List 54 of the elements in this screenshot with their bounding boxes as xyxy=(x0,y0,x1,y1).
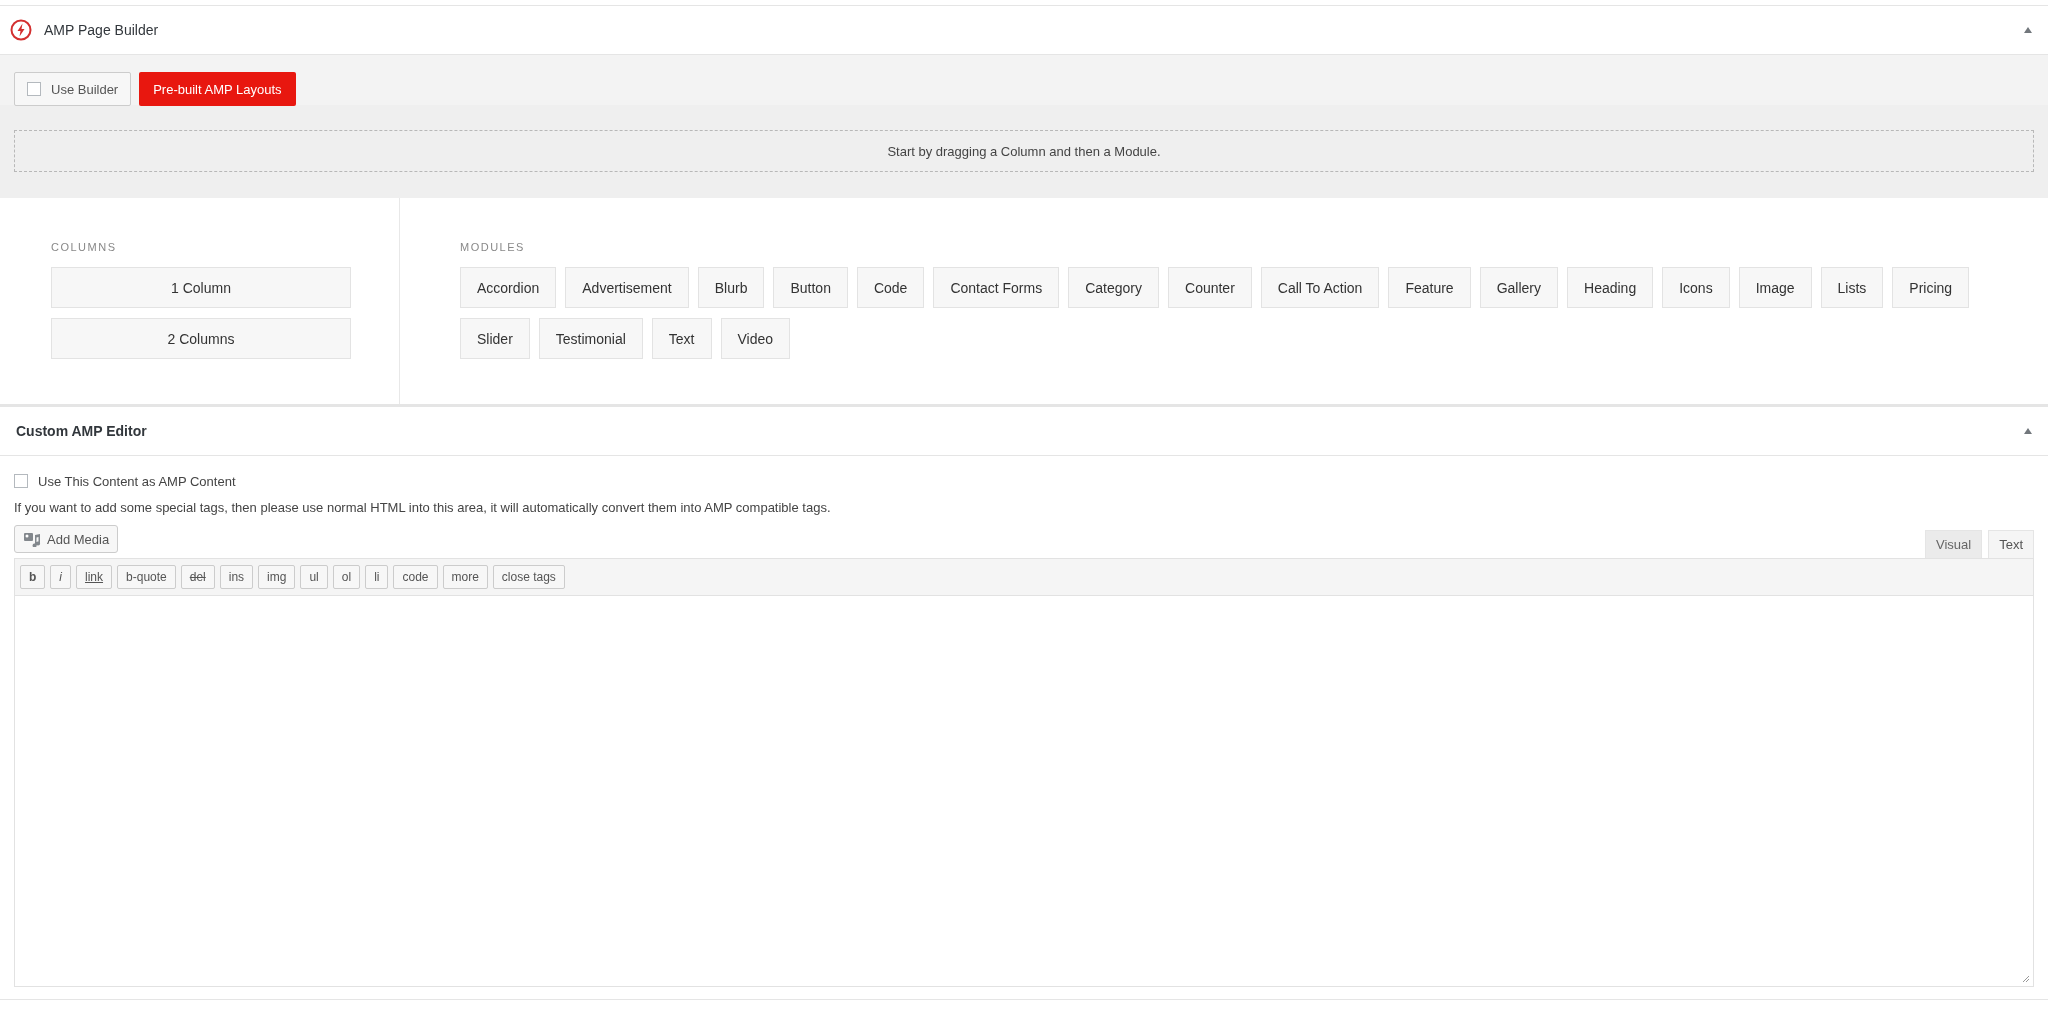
add-media-button[interactable]: Add Media xyxy=(14,525,119,553)
lightning-bolt-icon xyxy=(10,19,32,41)
quicktag-button[interactable]: more xyxy=(442,565,488,589)
quicktag-button[interactable]: img xyxy=(258,565,296,589)
module-button[interactable]: Gallery xyxy=(1479,267,1558,308)
description-text: If you want to add some special tags, then please use normal HTML into this area, it will automatically convert them into AMP compatible tags. xyxy=(14,500,832,515)
module-button[interactable]: Text xyxy=(651,318,712,359)
quicktag-button[interactable]: ol xyxy=(332,565,361,589)
module-button[interactable]: Icons xyxy=(1662,267,1730,308)
column-button[interactable]: 2 Columns xyxy=(51,318,351,359)
quicktag-button[interactable]: i xyxy=(50,565,71,589)
module-button[interactable]: Accordion xyxy=(460,267,557,308)
quicktag-button[interactable]: b-quote xyxy=(117,565,176,589)
module-button[interactable]: Blurb xyxy=(697,267,765,308)
quicktag-button[interactable]: close tags xyxy=(492,565,565,589)
editor-tab[interactable]: Text xyxy=(1988,530,2034,558)
media-icon xyxy=(23,531,41,547)
section-heading: COLUMNS xyxy=(51,241,118,253)
module-button[interactable]: Contact Forms xyxy=(933,267,1060,308)
module-button[interactable]: Image xyxy=(1738,267,1812,308)
quicktag-button[interactable]: li xyxy=(365,565,389,589)
quicktag-button[interactable]: link xyxy=(76,565,113,589)
editor-tab[interactable]: Visual xyxy=(1924,530,1983,558)
module-button[interactable]: Call To Action xyxy=(1260,267,1380,308)
quicktag-button[interactable]: del xyxy=(180,565,215,589)
panel-title: AMP Page Builder xyxy=(44,22,160,38)
quicktag-button[interactable]: ul xyxy=(300,565,328,589)
quicktag-button[interactable]: ins xyxy=(219,565,254,589)
quicktag-button[interactable]: code xyxy=(393,565,438,589)
module-button[interactable]: Category xyxy=(1068,267,1159,308)
module-button[interactable]: Counter xyxy=(1168,267,1252,308)
quicktag-button[interactable]: b xyxy=(20,565,46,589)
layouts-button[interactable]: Pre-built AMP Layouts xyxy=(139,72,296,106)
panel-title: Custom AMP Editor xyxy=(15,423,148,439)
triangle-up-icon xyxy=(2024,428,2032,434)
module-button[interactable]: Testimonial xyxy=(538,318,643,359)
drop-zone: Start by dragging a Column and then a Module. xyxy=(14,130,2034,172)
module-button[interactable]: Heading xyxy=(1567,267,1654,308)
section-heading: MODULES xyxy=(460,241,526,253)
use-builder-toggle[interactable]: Use Builder xyxy=(14,72,132,106)
checkbox-label: Use This Content as AMP Content xyxy=(38,473,236,489)
checkbox[interactable] xyxy=(14,474,28,488)
module-button[interactable]: Code xyxy=(856,267,925,308)
resize-handle-icon xyxy=(2022,975,2030,983)
checkbox[interactable] xyxy=(27,82,41,96)
module-button[interactable]: Lists xyxy=(1820,267,1884,308)
triangle-up-icon xyxy=(2024,27,2032,33)
module-button[interactable]: Video xyxy=(720,318,791,359)
module-button[interactable]: Button xyxy=(773,267,848,308)
column-button[interactable]: 1 Column xyxy=(51,267,351,308)
module-button[interactable]: Advertisement xyxy=(565,267,689,308)
module-button[interactable]: Slider xyxy=(460,318,530,359)
module-button[interactable]: Feature xyxy=(1388,267,1471,308)
module-button[interactable]: Pricing xyxy=(1892,267,1970,308)
